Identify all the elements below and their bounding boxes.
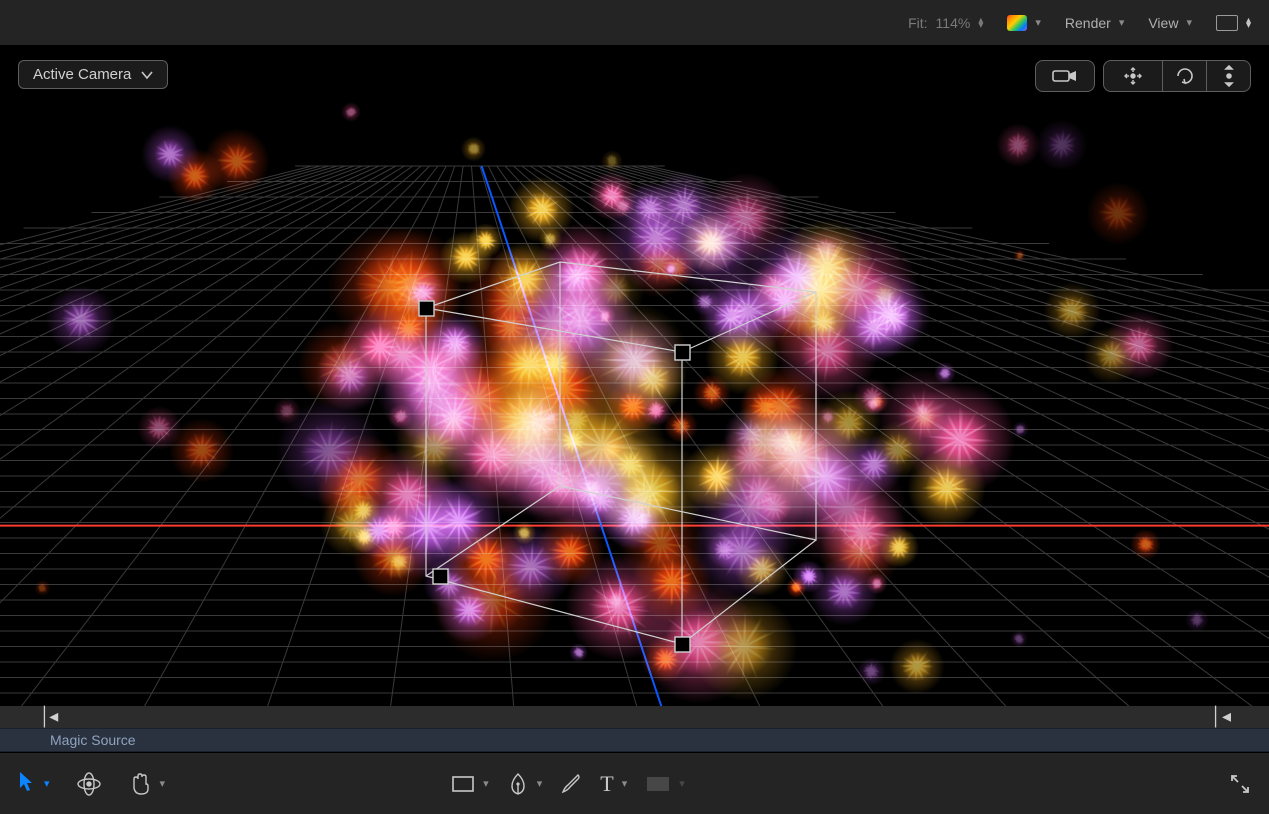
expand-arrows-icon (1229, 773, 1251, 795)
chevron-down-icon: ▾ (679, 777, 685, 790)
pan-tool-button[interactable] (1104, 61, 1162, 91)
brush-icon (560, 773, 582, 795)
play-range-end-icon[interactable]: │◂ (1211, 706, 1231, 727)
view-tools (1035, 60, 1251, 92)
render-label: Render (1065, 15, 1111, 31)
play-range-start-icon[interactable]: ▸│ (38, 706, 58, 727)
chevron-down-icon (141, 69, 153, 81)
select-tool[interactable]: ▾ (18, 771, 50, 796)
hand-tool[interactable]: ▾ (128, 772, 166, 796)
camera-icon (1050, 67, 1080, 85)
camera-select[interactable]: Active Camera (18, 60, 168, 89)
top-toolbar: Fit: 114% ▴▾ ▾ Render ▾ View ▾ ▴▾ (0, 0, 1269, 46)
camera-label: Active Camera (33, 66, 131, 83)
grid-floor (0, 46, 1269, 706)
3d-gimbal-icon (76, 771, 102, 797)
selected-object-name: Magic Source (50, 732, 136, 748)
chevron-down-icon: ▾ (483, 777, 489, 790)
chevron-down-icon: ▾ (537, 777, 543, 790)
paint-tool[interactable] (560, 773, 582, 795)
fit-control[interactable]: Fit: 114% ▴▾ (908, 15, 983, 31)
selected-object-strip[interactable]: Magic Source (0, 728, 1269, 752)
dolly-tool-button[interactable] (1206, 61, 1250, 91)
rectangle-icon (451, 775, 475, 793)
fit-label: Fit: (908, 15, 927, 31)
chevron-down-icon: ▾ (44, 777, 50, 790)
hand-icon (128, 772, 152, 796)
color-swatch-icon (1007, 15, 1027, 31)
camera-reset-group (1035, 60, 1095, 92)
chevron-down-icon: ▾ (1119, 16, 1125, 29)
fit-value: 114% (936, 15, 971, 31)
bottom-toolbar: ▾ ▾ ▾ ▾ (0, 752, 1269, 814)
chevron-down-icon: ▾ (1035, 16, 1041, 29)
layout-menu[interactable]: ▴▾ (1216, 15, 1251, 31)
pen-icon (507, 772, 529, 796)
mask-rect-icon (645, 775, 671, 793)
stepper-arrows-icon: ▴▾ (1246, 18, 1251, 28)
create-tools: ▾ ▾ T ▾ ▾ (451, 771, 685, 797)
transform-tools: ▾ ▾ (18, 771, 165, 797)
chevron-down-icon: ▾ (1186, 16, 1192, 29)
color-channel-menu[interactable]: ▾ (1007, 15, 1041, 31)
window-tools (1229, 773, 1251, 795)
text-T-icon: T (600, 771, 613, 797)
orbit-icon (1175, 66, 1195, 86)
arrow-cursor-icon (18, 771, 34, 796)
chevron-down-icon: ▾ (160, 777, 166, 790)
text-tool[interactable]: T ▾ (600, 771, 627, 797)
render-menu[interactable]: Render ▾ (1065, 15, 1124, 31)
view-label: View (1148, 15, 1178, 31)
orbit-tool-button[interactable] (1162, 61, 1206, 91)
stepper-arrows-icon: ▴▾ (978, 18, 983, 28)
chevron-down-icon: ▾ (622, 777, 628, 790)
3d-transform-tool[interactable] (76, 771, 102, 797)
camera-icon-button[interactable] (1036, 61, 1094, 91)
dolly-icon (1221, 65, 1237, 87)
view-transform-group (1103, 60, 1251, 92)
layout-rect-icon (1216, 15, 1238, 31)
canvas-viewport[interactable]: Active Camera (0, 46, 1269, 706)
mask-tool: ▾ (645, 775, 685, 793)
mini-timeline[interactable]: ▸│ │◂ (0, 706, 1269, 728)
pan-arrows-icon (1120, 67, 1146, 85)
pen-tool[interactable]: ▾ (507, 772, 543, 796)
shape-tool[interactable]: ▾ (451, 775, 489, 793)
fullscreen-toggle[interactable] (1229, 773, 1251, 795)
view-menu[interactable]: View ▾ (1148, 15, 1192, 31)
